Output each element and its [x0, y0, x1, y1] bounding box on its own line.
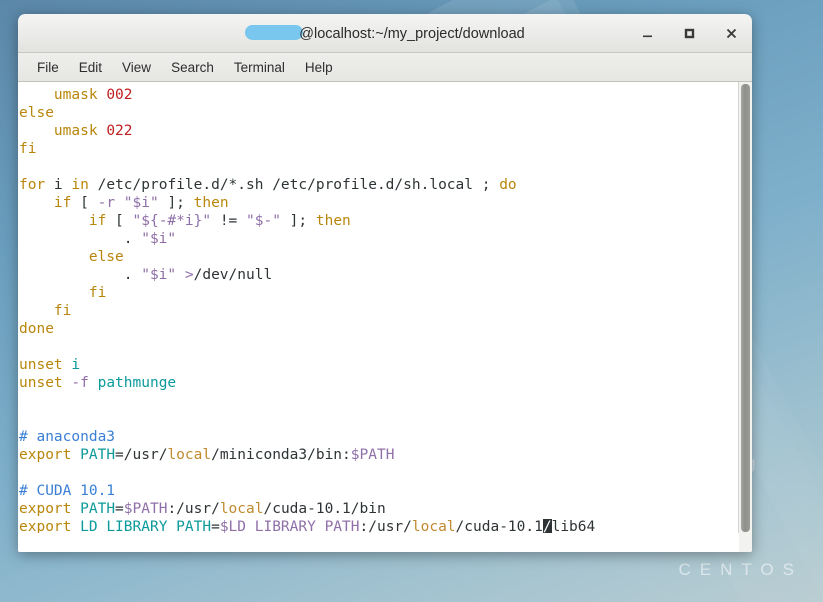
terminal-line: else — [88, 249, 124, 265]
menu-item-file[interactable]: File — [28, 57, 68, 78]
scrollbar-thumb[interactable] — [741, 84, 750, 532]
terminal-line: export PATH=$PATH:/usr/local/cuda-10.1/b… — [19, 501, 386, 517]
terminal-line: fi — [19, 141, 37, 157]
minimize-button[interactable] — [636, 22, 658, 44]
scrollbar[interactable] — [738, 82, 752, 552]
terminal-line: unset i — [19, 357, 81, 373]
window-controls[interactable] — [636, 14, 742, 52]
menu-item-view[interactable]: View — [113, 57, 160, 78]
terminal-line: export PATH=/usr/local/miniconda3/bin:$P… — [19, 447, 395, 463]
terminal-line: if [ "${-#*i}" != "$-" ]; then — [88, 213, 351, 229]
menu-item-edit[interactable]: Edit — [70, 57, 111, 78]
terminal-line: else — [19, 105, 54, 121]
terminal-line: fi — [88, 285, 107, 301]
redacted-username-blob — [245, 24, 304, 40]
terminal-line: . "$i" >/dev/null — [19, 267, 273, 283]
menu-item-search[interactable]: Search — [162, 57, 223, 78]
terminal-line: umask 002 — [53, 87, 133, 103]
terminal-line: # CUDA 10.1 — [19, 483, 116, 499]
terminal-line: . "$i" — [19, 231, 177, 247]
menu-item-terminal[interactable]: Terminal — [225, 57, 294, 78]
terminal-line: umask 022 — [53, 123, 133, 139]
window-title-text: @localhost:~/my_project/download — [299, 25, 525, 42]
window-title-bar[interactable]: @localhost:~/my_project/download — [18, 14, 752, 53]
terminal-line: done — [19, 321, 54, 337]
terminal-line: for i in /etc/profile.d/*.sh /etc/profil… — [19, 177, 517, 193]
terminal-window[interactable]: @localhost:~/my_project/download File Ed… — [18, 14, 752, 552]
terminal-line: # anaconda3 — [19, 429, 116, 445]
terminal-body[interactable]: umask 002 else umask 022 fi for i in /etc/… — [18, 82, 752, 552]
terminal-line: if [ -r "$i" ]; then — [53, 195, 229, 211]
vim-status-line: -- INSERT -- 84,61 Bot — [18, 533, 739, 552]
terminal-line: unset -f pathmunge — [19, 375, 177, 391]
centos-wordmark: CENTOS — [678, 560, 803, 579]
terminal-text-buffer[interactable]: umask 002 else umask 022 fi for i in /etc/… — [18, 82, 738, 552]
menu-item-help[interactable]: Help — [296, 57, 342, 78]
maximize-button[interactable] — [678, 22, 700, 44]
menu-bar[interactable]: File Edit View Search Terminal Help — [18, 53, 752, 82]
window-title: @localhost:~/my_project/download — [245, 24, 525, 42]
terminal-line: fi — [53, 303, 72, 319]
close-button[interactable] — [720, 22, 742, 44]
